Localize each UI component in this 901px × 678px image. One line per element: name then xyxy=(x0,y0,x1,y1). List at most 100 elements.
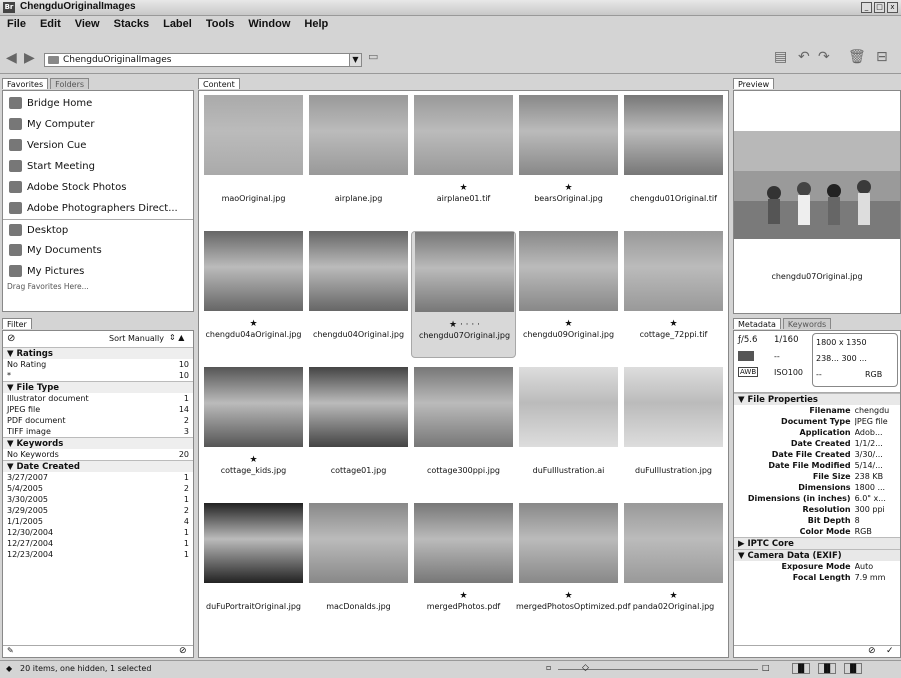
browse-icon[interactable]: ▭ xyxy=(368,50,378,63)
cancel-icon[interactable]: ⊘ xyxy=(868,646,876,656)
rating-stars[interactable]: ★ · · · · xyxy=(412,320,517,330)
sort-dropdown[interactable]: Sort Manually xyxy=(109,334,164,343)
filter-row[interactable]: No Keywords 20 xyxy=(3,449,193,460)
favorite-item[interactable]: My Pictures xyxy=(3,261,193,282)
tab-favorites[interactable]: Favorites xyxy=(2,78,49,89)
view-details-icon[interactable]: ▐▌ xyxy=(844,663,863,674)
view-thumbnails-icon[interactable]: ▐▌ xyxy=(792,663,811,674)
rating-stars[interactable]: ★ xyxy=(411,183,516,193)
menu-label[interactable]: Label xyxy=(156,16,199,32)
exif-header[interactable]: ▼ Camera Data (EXIF) xyxy=(734,549,900,561)
tab-preview[interactable]: Preview xyxy=(733,78,775,89)
compact-mode-icon[interactable]: ⊟ xyxy=(876,49,888,65)
filter-row[interactable]: 12/27/2004 1 xyxy=(3,538,193,549)
menu-window[interactable]: Window xyxy=(241,16,297,32)
thumbnail-item[interactable]: macDonalds.jpg xyxy=(306,503,411,630)
file-properties-header[interactable]: ▼ File Properties xyxy=(734,393,900,405)
clear-filter-icon[interactable]: ⊘ xyxy=(179,646,187,656)
thumbnail-item[interactable]: ★ mergedPhotos.pdf xyxy=(411,503,516,630)
toggle-panels-icon[interactable]: ◆ xyxy=(6,664,12,673)
thumbnail-item[interactable]: ★ airplane01.tif xyxy=(411,95,516,222)
filter-row[interactable]: 12/23/2004 1 xyxy=(3,549,193,560)
thumbnail-item[interactable]: duFuIllustration.jpg xyxy=(621,367,726,494)
filter-section-datecreated[interactable]: ▼ Date Created xyxy=(3,460,193,472)
filter-row[interactable]: 3/29/2005 2 xyxy=(3,505,193,516)
filter-row[interactable]: Illustrator document 1 xyxy=(3,393,193,404)
tab-filter[interactable]: Filter xyxy=(2,318,32,329)
menu-file[interactable]: File xyxy=(0,16,33,32)
rating-stars[interactable]: ★ xyxy=(201,319,306,329)
forward-icon[interactable]: ▶ xyxy=(24,50,35,66)
menu-help[interactable]: Help xyxy=(297,16,335,32)
rating-stars[interactable]: ★ xyxy=(516,319,621,329)
slider-thumb[interactable]: ◇ xyxy=(582,663,589,673)
favorite-item[interactable]: Adobe Stock Photos xyxy=(3,177,193,198)
favorite-item[interactable]: My Documents xyxy=(3,240,193,261)
filter-row[interactable]: 3/30/2005 1 xyxy=(3,494,193,505)
sort-order-icon[interactable]: ⇕ ▲ xyxy=(169,333,184,342)
path-dropdown[interactable]: ChengduOriginalImages ▼ xyxy=(44,53,362,67)
filter-row[interactable]: 3/27/2007 1 xyxy=(3,472,193,483)
menu-view[interactable]: View xyxy=(68,16,107,32)
thumbnail-item[interactable]: chengdu01Original.tif xyxy=(621,95,726,222)
thumbnail-item[interactable]: chengdu04Original.jpg xyxy=(306,231,411,358)
back-icon[interactable]: ◀ xyxy=(6,50,17,66)
menu-edit[interactable]: Edit xyxy=(33,16,68,32)
thumbnail-item[interactable]: ★ chengdu09Original.jpg xyxy=(516,231,621,358)
menu-tools[interactable]: Tools xyxy=(199,16,242,32)
favorite-item[interactable]: My Computer xyxy=(3,114,193,135)
thumbnail-item[interactable]: cottage01.jpg xyxy=(306,367,411,494)
thumbnail-item[interactable]: ★ cottage_kids.jpg xyxy=(201,367,306,494)
thumbnail-item[interactable]: ★ mergedPhotosOptimized.pdf xyxy=(516,503,630,630)
thumbnail-item[interactable]: duFuIllustration.ai xyxy=(516,367,621,494)
rotate-left-icon[interactable]: ↶ xyxy=(798,49,810,65)
thumbnail-item[interactable]: maoOriginal.jpg xyxy=(201,95,306,222)
filter-row[interactable]: JPEG file 14 xyxy=(3,404,193,415)
thumbnail-item[interactable]: cottage300ppi.jpg xyxy=(411,367,516,494)
rating-stars[interactable]: ★ xyxy=(621,591,726,601)
thumbnail-item[interactable]: ★ panda02Original.jpg xyxy=(621,503,726,630)
tab-keywords[interactable]: Keywords xyxy=(782,318,832,329)
filter-icon[interactable]: ⊘ xyxy=(7,333,15,344)
tab-content[interactable]: Content xyxy=(198,78,240,89)
rotate-right-icon[interactable]: ↷ xyxy=(818,49,830,65)
thumbnail-item[interactable]: airplane.jpg xyxy=(306,95,411,222)
maximize-button[interactable]: □ xyxy=(874,2,885,13)
thumbnail-item[interactable]: ★ chengdu04aOriginal.jpg xyxy=(201,231,306,358)
thumbnail-item[interactable]: duFuPortraitOriginal.jpg xyxy=(201,503,306,630)
chevron-down-icon[interactable]: ▼ xyxy=(349,54,361,66)
zoom-in-icon[interactable]: □ xyxy=(762,663,770,672)
rating-stars[interactable]: ★ xyxy=(516,591,621,601)
filter-section-ratings[interactable]: ▼ Ratings xyxy=(3,347,193,359)
rating-stars[interactable]: ★ xyxy=(201,455,306,465)
thumbnail-item[interactable]: ★ cottage_72ppi.tif xyxy=(621,231,726,358)
filter-row[interactable]: TIFF image 3 xyxy=(3,426,193,437)
filter-section-filetype[interactable]: ▼ File Type xyxy=(3,381,193,393)
view-filmstrip-icon[interactable]: ▐▌ xyxy=(818,663,837,674)
favorite-item[interactable]: Start Meeting xyxy=(3,156,193,177)
menu-stacks[interactable]: Stacks xyxy=(107,16,156,32)
apply-icon[interactable]: ✓ xyxy=(886,646,894,656)
thumbnail-item[interactable]: ★ · · · · chengdu07Original.jpg xyxy=(411,231,516,358)
delete-icon[interactable]: 🗑 xyxy=(848,49,866,65)
filter-row[interactable]: 1/1/2005 4 xyxy=(3,516,193,527)
iptc-core-header[interactable]: ▶ IPTC Core xyxy=(734,537,900,549)
rating-stars[interactable]: ★ xyxy=(411,591,516,601)
zoom-out-icon[interactable]: ▫ xyxy=(546,663,551,672)
rating-stars[interactable]: ★ xyxy=(621,319,726,329)
favorite-item[interactable]: Version Cue xyxy=(3,135,193,156)
filter-row[interactable]: PDF document 2 xyxy=(3,415,193,426)
minimize-button[interactable]: _ xyxy=(861,2,872,13)
favorite-item[interactable]: Adobe Photographers Direct... xyxy=(3,198,193,219)
filter-row[interactable]: 5/4/2005 2 xyxy=(3,483,193,494)
rating-stars[interactable]: ★ xyxy=(516,183,621,193)
new-folder-icon[interactable]: ▤ xyxy=(774,49,787,65)
favorite-item[interactable]: Desktop xyxy=(3,219,193,240)
close-button[interactable]: x xyxy=(887,2,898,13)
tab-folders[interactable]: Folders xyxy=(50,78,90,89)
filter-row[interactable]: No Rating 10 xyxy=(3,359,193,370)
favorite-item[interactable]: Bridge Home xyxy=(3,93,193,114)
filter-row[interactable]: 12/30/2004 1 xyxy=(3,527,193,538)
filter-row[interactable]: * 10 xyxy=(3,370,193,381)
filter-section-keywords[interactable]: ▼ Keywords xyxy=(3,437,193,449)
